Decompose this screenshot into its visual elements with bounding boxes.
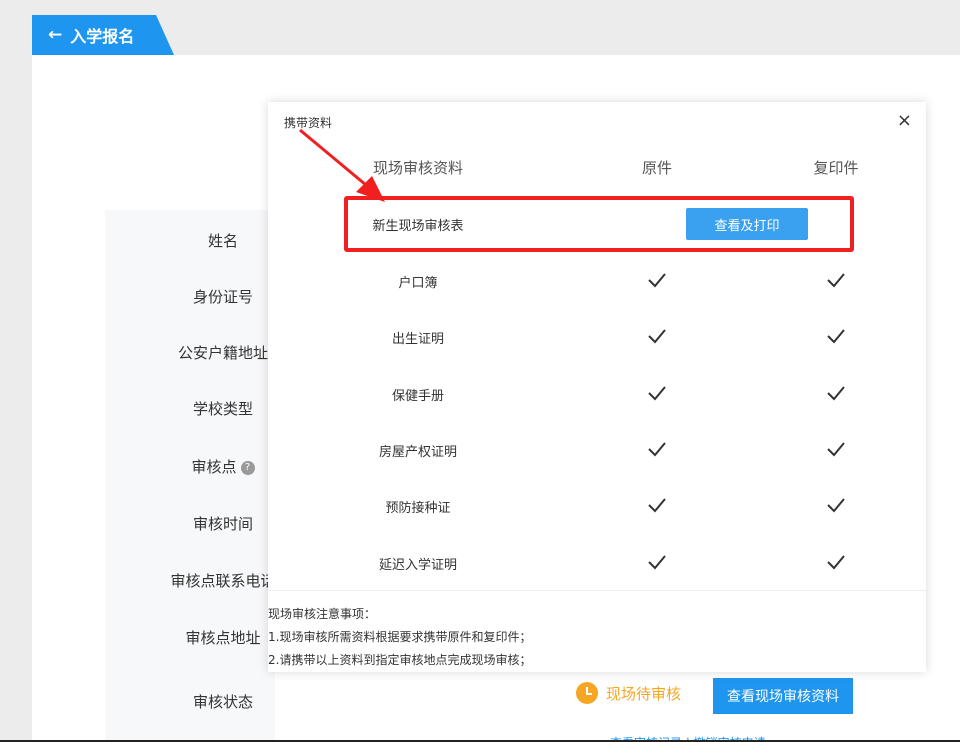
check-icon	[648, 555, 666, 570]
modal-divider	[268, 590, 926, 591]
check-icon	[648, 498, 666, 513]
review-notes: 现场审核注意事项： 1.现场审核所需资料根据要求携带原件和复印件； 2.请携带以…	[268, 603, 531, 672]
view-review-materials-button[interactable]: 查看现场审核资料	[713, 678, 853, 714]
column-header-original: 原件	[641, 159, 672, 177]
check-icon	[827, 386, 845, 401]
highlight-annotation-box	[344, 196, 854, 252]
clock-icon	[576, 682, 598, 704]
annotation-arrow-icon	[299, 128, 385, 202]
review-status: 现场待审核	[576, 682, 681, 704]
row-label-property-cert: 房屋产权证明	[378, 445, 457, 460]
back-tab-label: 入学报名	[70, 27, 135, 46]
check-icon	[827, 498, 845, 513]
row-label-vaccination: 预防接种证	[385, 501, 451, 516]
check-icon	[648, 329, 666, 344]
note-item: 2.请携带以上资料到指定审核地点完成现场审核；	[268, 653, 532, 667]
check-icon	[648, 273, 666, 288]
help-icon[interactable]: ?	[240, 460, 255, 475]
note-item: 1.现场审核所需资料根据要求携带原件和复印件；	[268, 630, 532, 644]
back-tab[interactable]: ← 入学报名	[32, 15, 174, 55]
close-icon[interactable]: ×	[897, 111, 912, 131]
row-label-hukou: 户口簿	[398, 276, 438, 291]
label-review-point-text: 审核点	[191, 458, 237, 476]
check-icon	[648, 386, 666, 401]
column-header-copy: 复印件	[813, 159, 859, 177]
label-review-status: 审核状态	[192, 693, 253, 711]
back-arrow-icon: ←	[48, 25, 63, 45]
check-icon	[827, 273, 845, 288]
check-icon	[827, 555, 845, 570]
row-label-birth-cert: 出生证明	[391, 332, 444, 347]
notes-title: 现场审核注意事项：	[268, 607, 377, 621]
row-label-delayed-enrollment: 延迟入学证明	[378, 558, 457, 573]
check-icon	[827, 329, 845, 344]
row-label-health-book: 保健手册	[391, 389, 444, 404]
status-text: 现场待审核	[606, 684, 682, 703]
check-icon	[827, 442, 845, 457]
check-icon	[648, 442, 666, 457]
